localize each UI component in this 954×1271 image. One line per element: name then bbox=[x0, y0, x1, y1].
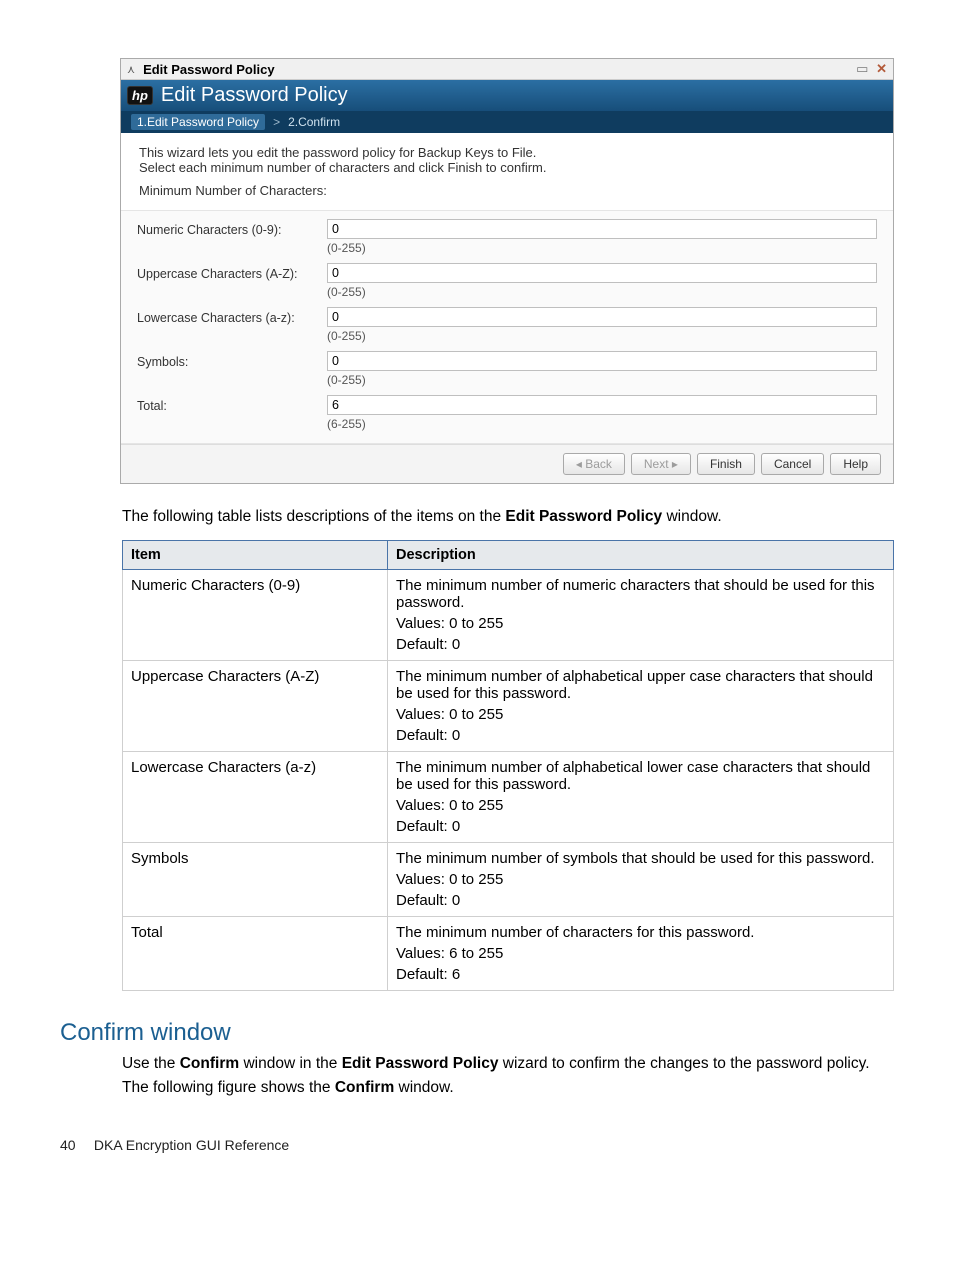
table-row: Uppercase Characters (A-Z) The minimum n… bbox=[123, 661, 894, 752]
cell-item: Numeric Characters (0-9) bbox=[123, 570, 388, 661]
total-input[interactable] bbox=[327, 395, 877, 415]
finish-button[interactable]: Finish bbox=[697, 453, 755, 475]
numeric-hint: (0-255) bbox=[327, 241, 877, 255]
dialog-titlebar: ⋏ Edit Password Policy ▭ ✕ bbox=[121, 59, 893, 80]
next-arrow-icon: ▸ bbox=[669, 457, 678, 471]
cell-description: The minimum number of alphabetical lower… bbox=[388, 752, 894, 843]
maximize-icon[interactable]: ▭ bbox=[856, 61, 868, 76]
confirm-window-paragraph-2: The following figure shows the Confirm w… bbox=[122, 1079, 894, 1097]
table-row: Lowercase Characters (a-z) The minimum n… bbox=[123, 752, 894, 843]
lowercase-row: Lowercase Characters (a-z): (0-255) bbox=[137, 307, 877, 343]
help-button[interactable]: Help bbox=[830, 453, 881, 475]
symbols-input[interactable] bbox=[327, 351, 877, 371]
total-row: Total: (6-255) bbox=[137, 395, 877, 431]
numeric-row: Numeric Characters (0-9): (0-255) bbox=[137, 219, 877, 255]
collapse-icon[interactable]: ⋏ bbox=[127, 63, 135, 76]
lowercase-hint: (0-255) bbox=[327, 329, 877, 343]
table-row: Total The minimum number of characters f… bbox=[123, 917, 894, 991]
dialog-header: hp Edit Password Policy bbox=[121, 80, 893, 111]
dialog-title: Edit Password Policy bbox=[143, 62, 852, 77]
lowercase-input[interactable] bbox=[327, 307, 877, 327]
numeric-input[interactable] bbox=[327, 219, 877, 239]
table-row: Numeric Characters (0-9) The minimum num… bbox=[123, 570, 894, 661]
cell-description: The minimum number of symbols that shoul… bbox=[388, 843, 894, 917]
wizard-steps: 1.Edit Password Policy > 2.Confirm bbox=[121, 111, 893, 133]
dialog-header-title: Edit Password Policy bbox=[161, 84, 348, 107]
wizard-step-separator: > bbox=[273, 115, 280, 129]
cell-description: The minimum number of alphabetical upper… bbox=[388, 661, 894, 752]
confirm-window-heading: Confirm window bbox=[60, 1019, 894, 1047]
uppercase-input[interactable] bbox=[327, 263, 877, 283]
cell-item: Lowercase Characters (a-z) bbox=[123, 752, 388, 843]
page-footer: 40 DKA Encryption GUI Reference bbox=[60, 1137, 894, 1153]
cell-description: The minimum number of numeric characters… bbox=[388, 570, 894, 661]
min-chars-label: Minimum Number of Characters: bbox=[139, 183, 875, 198]
cell-item: Total bbox=[123, 917, 388, 991]
footer-title: DKA Encryption GUI Reference bbox=[94, 1137, 289, 1153]
total-label: Total: bbox=[137, 395, 327, 413]
cell-description: The minimum number of characters for thi… bbox=[388, 917, 894, 991]
close-icon[interactable]: ✕ bbox=[876, 61, 887, 76]
uppercase-row: Uppercase Characters (A-Z): (0-255) bbox=[137, 263, 877, 299]
table-row: Symbols The minimum number of symbols th… bbox=[123, 843, 894, 917]
back-button[interactable]: ◂ Back bbox=[563, 453, 625, 475]
hp-logo-icon: hp bbox=[127, 86, 153, 105]
next-button[interactable]: Next ▸ bbox=[631, 453, 691, 475]
edit-password-policy-dialog: ⋏ Edit Password Policy ▭ ✕ hp Edit Passw… bbox=[120, 58, 894, 484]
wizard-step-2[interactable]: 2.Confirm bbox=[288, 115, 340, 129]
table-header-description: Description bbox=[388, 541, 894, 570]
wizard-step-1[interactable]: 1.Edit Password Policy bbox=[131, 114, 265, 130]
cancel-button[interactable]: Cancel bbox=[761, 453, 824, 475]
page-number: 40 bbox=[60, 1137, 90, 1153]
cell-item: Symbols bbox=[123, 843, 388, 917]
dialog-button-bar: ◂ Back Next ▸ Finish Cancel Help bbox=[121, 444, 893, 483]
confirm-window-paragraph-1: Use the Confirm window in the Edit Passw… bbox=[122, 1055, 894, 1073]
wizard-intro-line1: This wizard lets you edit the password p… bbox=[139, 145, 875, 160]
cell-item: Uppercase Characters (A-Z) bbox=[123, 661, 388, 752]
total-hint: (6-255) bbox=[327, 417, 877, 431]
table-header-item: Item bbox=[123, 541, 388, 570]
back-arrow-icon: ◂ bbox=[576, 457, 585, 471]
symbols-row: Symbols: (0-255) bbox=[137, 351, 877, 387]
min-chars-form: Numeric Characters (0-9): (0-255) Upperc… bbox=[137, 219, 877, 431]
wizard-intro-line2: Select each minimum number of characters… bbox=[139, 160, 875, 175]
table-intro-paragraph: The following table lists descriptions o… bbox=[122, 508, 894, 526]
numeric-label: Numeric Characters (0-9): bbox=[137, 219, 327, 237]
symbols-label: Symbols: bbox=[137, 351, 327, 369]
uppercase-hint: (0-255) bbox=[327, 285, 877, 299]
symbols-hint: (0-255) bbox=[327, 373, 877, 387]
lowercase-label: Lowercase Characters (a-z): bbox=[137, 307, 327, 325]
items-description-table: Item Description Numeric Characters (0-9… bbox=[122, 540, 894, 991]
uppercase-label: Uppercase Characters (A-Z): bbox=[137, 263, 327, 281]
